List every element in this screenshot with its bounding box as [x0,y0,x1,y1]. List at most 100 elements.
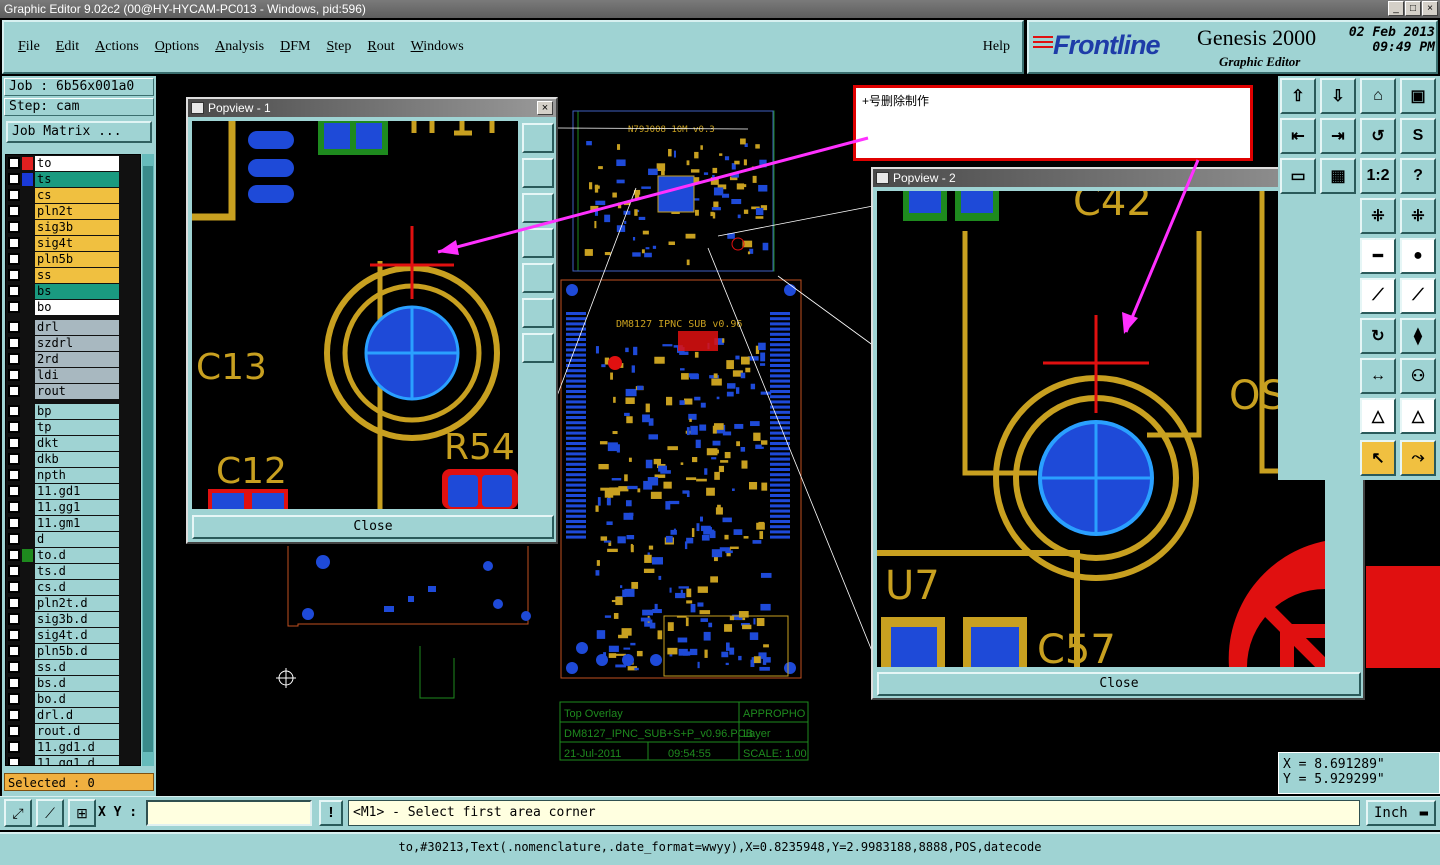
menu-step[interactable]: Step [326,39,351,55]
layer-row[interactable]: 11.gd1.d [6,739,140,755]
layer-checkbox[interactable] [8,645,20,657]
menu-windows[interactable]: Windows [411,39,464,55]
layer-name[interactable]: 11.gg1.d [35,755,119,765]
layer-row[interactable]: ss [6,267,140,283]
layer-name[interactable]: bo [35,299,119,315]
layer-checkbox[interactable] [8,189,20,201]
layer-row[interactable]: cs [6,187,140,203]
open-icon[interactable]: ⇧ [1280,78,1316,114]
layer-row[interactable]: 11.gm1 [6,515,140,531]
layer-name[interactable]: tp [35,419,119,435]
layer-checkbox[interactable] [8,321,20,333]
layer-name[interactable]: pln5b.d [35,643,119,659]
layer-checkbox[interactable] [8,221,20,233]
layer-checkbox[interactable] [8,237,20,249]
measure-tool-icon[interactable]: ⟋ [36,799,64,827]
layer-name[interactable]: pln2t.d [35,595,119,611]
layer-name[interactable]: to.d [35,547,119,563]
save-icon[interactable]: ⇩ [1320,78,1356,114]
layer-name[interactable]: rout [35,383,119,399]
triangle-icon[interactable]: △ [1360,398,1396,434]
window-icon[interactable]: ▣ [1400,78,1436,114]
layers-icon[interactable]: ▭ [1280,158,1316,194]
layer-checkbox[interactable] [8,405,20,417]
menu-options[interactable]: Options [155,39,199,55]
layer-row[interactable]: 11.gd1 [6,483,140,499]
minimize-button[interactable]: _ [1388,1,1404,16]
step-out-icon[interactable]: ⇥ [1320,118,1356,154]
layer-row[interactable]: bo.d [6,691,140,707]
layer-checkbox[interactable] [8,741,20,753]
layer-checkbox[interactable] [8,501,20,513]
layer-row[interactable]: szdrl [6,335,140,351]
query-icon[interactable]: ? [1400,158,1436,194]
menu-rout[interactable]: Rout [367,39,394,55]
layer-checkbox[interactable] [8,269,20,281]
layer-name[interactable]: sig4t.d [35,627,119,643]
menu-edit[interactable]: Edit [56,39,79,55]
layer-row[interactable]: sig3b [6,219,140,235]
layer-checkbox[interactable] [8,453,20,465]
close-window-button[interactable]: × [1422,1,1438,16]
layer-checkbox[interactable] [8,437,20,449]
layer-name[interactable]: 11.gm1 [35,515,119,531]
ruler-icon[interactable]: ━ [1360,238,1396,274]
layer-name[interactable]: npth [35,467,119,483]
menu-analysis[interactable]: Analysis [215,39,264,55]
layer-name[interactable]: pln5b [35,251,119,267]
layer-checkbox[interactable] [8,661,20,673]
pan-down-button[interactable] [522,193,554,223]
popview-1-canvas[interactable]: C13 C12 R54 [192,121,518,509]
layer-name[interactable]: cs.d [35,579,119,595]
rotate-icon[interactable]: ↺ [1360,118,1396,154]
layer-row[interactable]: sig4t [6,235,140,251]
layer-row[interactable]: pln5b [6,251,140,267]
grid-icon[interactable]: ▦ [1320,158,1356,194]
layer-checkbox[interactable] [8,597,20,609]
popview-2-canvas[interactable]: C42 OSC U7 C57 [877,191,1325,667]
layer-row[interactable]: 2rd [6,351,140,367]
layer-checkbox[interactable] [8,205,20,217]
layer-name[interactable]: 11.gg1 [35,499,119,515]
line-tool-icon[interactable]: ⟋ [1360,278,1396,314]
select-box-icon[interactable]: ● [1400,238,1436,274]
layer-row[interactable]: npth [6,467,140,483]
layer-name[interactable]: d [35,531,119,547]
layer-name[interactable]: ss.d [35,659,119,675]
layer-row[interactable]: pln2t [6,203,140,219]
popview-1-close-button[interactable]: Close [192,515,554,539]
layer-name[interactable]: bp [35,403,119,419]
pointer-icon[interactable]: ↖ [1360,440,1396,476]
layer-name[interactable]: bs.d [35,675,119,691]
mirror-icon[interactable]: S [1400,118,1436,154]
layer-row[interactable]: drl.d [6,707,140,723]
pads-icon[interactable]: ⚇ [1400,358,1436,394]
home-icon[interactable]: ⌂ [1360,78,1396,114]
layer-row[interactable]: bs [6,283,140,299]
layer-name[interactable]: drl [35,319,119,335]
measure-icon[interactable]: ↔ [1360,358,1396,394]
layer-name[interactable]: 11.gd1.d [35,739,119,755]
layer-name[interactable]: 2rd [35,351,119,367]
layer-row[interactable]: d [6,531,140,547]
layer-row[interactable]: cs.d [6,579,140,595]
step-in-icon[interactable]: ⇤ [1280,118,1316,154]
layer-checkbox[interactable] [8,369,20,381]
layer-checkbox[interactable] [8,253,20,265]
layer-row[interactable]: rout.d [6,723,140,739]
route-icon[interactable]: ⤳ [1400,440,1436,476]
layer-checkbox[interactable] [8,725,20,737]
layer-row[interactable]: drl [6,319,140,335]
layer-row[interactable]: ss.d [6,659,140,675]
menu-dfm[interactable]: DFM [280,39,310,55]
layer-row[interactable]: to [6,155,140,171]
layer-row[interactable]: bp [6,403,140,419]
popview-1-titlebar[interactable]: Popview - 1 × [188,99,556,117]
layer-checkbox[interactable] [8,353,20,365]
zoom-in-button[interactable] [522,298,554,328]
layer-checkbox[interactable] [8,549,20,561]
layer-name[interactable]: ldi [35,367,119,383]
zoom-area-icon[interactable]: ⤢ [4,799,32,827]
layer-checkbox[interactable] [8,421,20,433]
layer-name[interactable]: bs [35,283,119,299]
